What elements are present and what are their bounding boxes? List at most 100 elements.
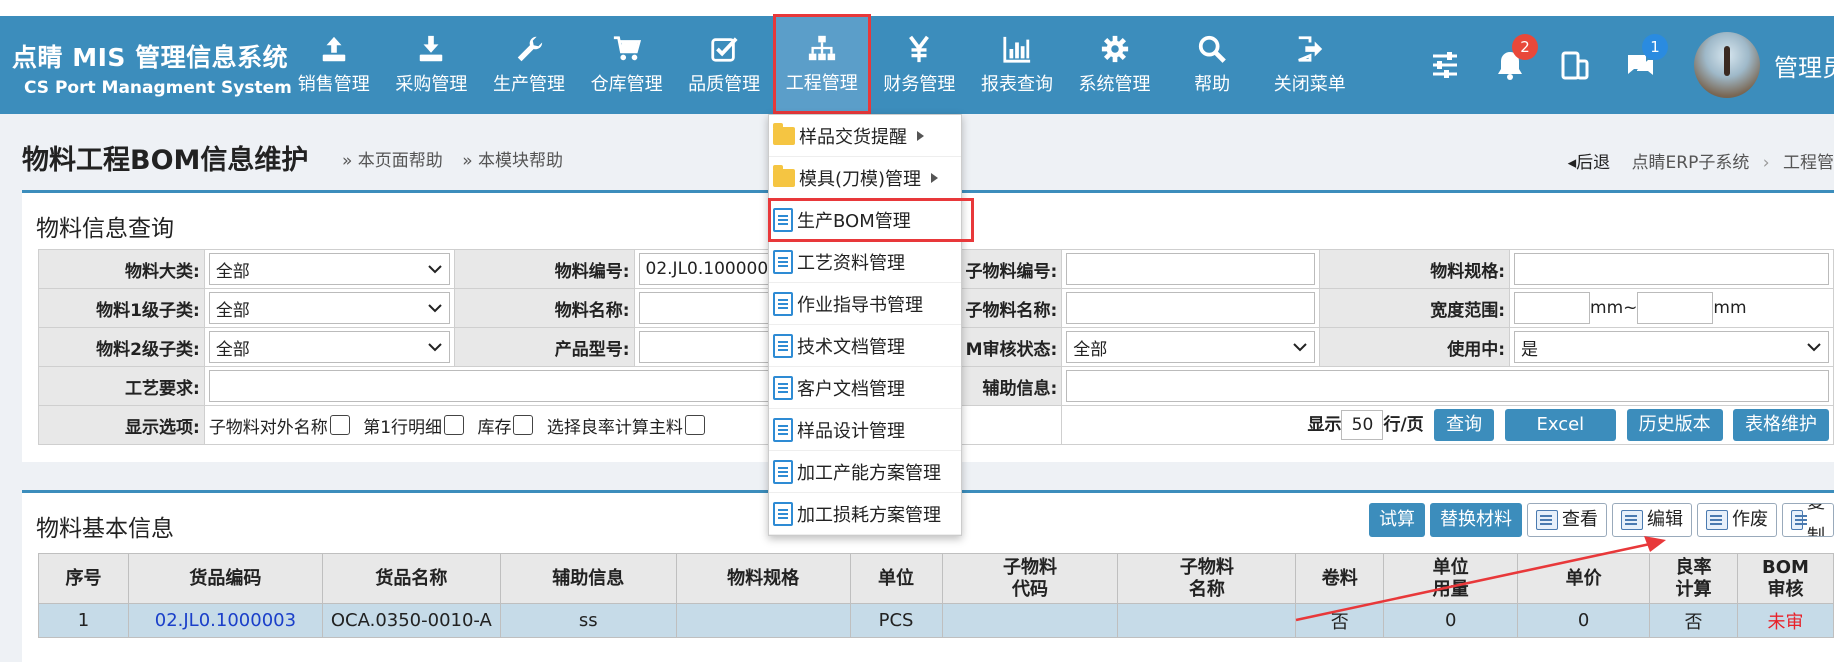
col-price[interactable]: 单价 [1517,553,1651,604]
breadcrumb-item[interactable]: 工程管 [1783,153,1834,173]
menu-item-loss-plan[interactable]: 加工损耗方案管理 [769,493,961,535]
option-checkbox[interactable] [444,415,465,435]
code-value: 02.JL0.1000003 [645,259,779,279]
col-bom-audit[interactable]: BOM 审核 [1736,553,1834,604]
option-checkbox[interactable] [329,415,350,435]
width-max-input[interactable] [1637,292,1714,324]
col-spec[interactable]: 物料规格 [675,553,851,604]
menu-item-label: 生产BOM管理 [797,210,911,232]
option-checkbox[interactable] [513,415,534,435]
settings-sliders[interactable] [1412,16,1477,114]
avatar[interactable] [1694,32,1760,98]
caret-right-icon [917,130,924,141]
nav-close-menu[interactable]: 关闭菜单 [1261,16,1359,114]
col-child-name[interactable]: 子物料 名称 [1117,553,1297,604]
nav-warehouse[interactable]: 仓库管理 [578,16,676,114]
menu-item-sample-design[interactable]: 样品设计管理 [769,409,961,451]
col-usage[interactable]: 单位 用量 [1383,553,1519,604]
sub2-select[interactable]: 全部 [208,331,450,363]
category-label: 物料大类: [38,249,205,289]
back-link[interactable]: ◂后退 [1568,153,1611,173]
nav-quality[interactable]: 品质管理 [675,16,773,114]
yen-icon [909,35,930,63]
menu-item-mold[interactable]: 模具(刀模)管理 [769,157,961,199]
nav-production[interactable]: 生产管理 [480,16,578,114]
table-maintain-button[interactable]: 表格维护 [1733,409,1829,441]
nav-sales[interactable]: 销售管理 [285,16,383,114]
page-help-link[interactable]: » 本页面帮助 [342,151,443,171]
code-label: 物料编号: [453,249,635,289]
history-button[interactable]: 历史版本 [1626,409,1723,441]
user-name[interactable]: 管理员 [1774,48,1834,83]
excel-button[interactable]: Excel [1504,409,1617,441]
col-name[interactable]: 货品名称 [321,553,501,604]
col-code[interactable]: 货品编码 [127,553,323,604]
nav-help[interactable]: 帮助 [1163,16,1261,114]
void-icon [1706,510,1728,530]
per-page-input[interactable]: 50 [1341,410,1384,440]
width-min-input[interactable] [1514,292,1591,324]
edit-button[interactable]: 编辑 [1612,503,1692,537]
menu-item-process-data[interactable]: 工艺资料管理 [769,241,961,283]
category-select[interactable]: 全部 [208,253,450,285]
nav-label: 仓库管理 [590,74,663,95]
wrench-icon [517,36,543,62]
help-links: » 本页面帮助 » 本模块帮助 [342,146,577,171]
nav-engineering[interactable]: 工程管理 [772,14,871,114]
copy-button[interactable]: 复制 [1782,503,1834,537]
col-roll[interactable]: 卷料 [1295,553,1385,604]
col-child-code[interactable]: 子物料 代码 [941,553,1119,604]
nav-system[interactable]: 系统管理 [1066,16,1164,114]
menu-item-label: 加工产能方案管理 [797,462,941,484]
menu-item-capacity-plan[interactable]: 加工产能方案管理 [769,451,961,493]
replace-material-button[interactable]: 替换材料 [1430,503,1522,537]
col-aux[interactable]: 辅助信息 [499,553,677,604]
menu-item-customer-docs[interactable]: 客户文档管理 [769,367,961,409]
menu-item-tech-docs[interactable]: 技术文档管理 [769,325,961,367]
nav-purchase[interactable]: 采购管理 [383,16,481,114]
col-unit[interactable]: 单位 [849,553,943,604]
table-row[interactable]: 1 02.JL0.1000003 OCA.0350-0010-A ss PCS … [38,603,1834,638]
menu-item-label: 工艺资料管理 [797,252,905,274]
cell-seq: 1 [38,603,129,638]
spec-label: 物料规格: [1319,249,1511,289]
cell-yield: 否 [1649,603,1738,638]
col-seq[interactable]: 序号 [38,553,129,604]
logo-subtitle: CS Port Managment System [24,78,292,98]
option-checkbox[interactable] [684,415,705,435]
menu-item-production-bom[interactable]: 生产BOM管理 [768,198,974,242]
menu-item-sample-delivery[interactable]: 样品交货提醒 [769,115,961,157]
breadcrumb-item[interactable]: 点睛ERP子系统 [1632,153,1750,173]
document-icon [773,207,793,232]
app-logo[interactable]: 点睛 MIS 管理信息系统 CS Port Managment System [12,38,292,98]
devices-button[interactable] [1542,16,1607,114]
child-name-input[interactable] [1066,292,1316,324]
audit-select[interactable]: 全部 [1066,331,1316,363]
child-code-input[interactable] [1066,253,1316,285]
sub1-select[interactable]: 全部 [208,292,450,324]
calc-button[interactable]: 试算 [1369,503,1425,537]
query-button[interactable]: 查询 [1434,409,1495,441]
in-use-select[interactable]: 是 [1514,331,1829,363]
menu-item-work-instruction[interactable]: 作业指导书管理 [769,283,961,325]
download-icon [420,35,443,62]
void-button[interactable]: 作废 [1697,503,1777,537]
nav-reports[interactable]: 报表查询 [968,16,1066,114]
document-icon [773,417,793,442]
engineering-dropdown-menu: 样品交货提醒 模具(刀模)管理 生产BOM管理 工艺资料管理 作业指导书管理 技… [768,114,974,536]
messages-button[interactable]: 1 [1607,16,1672,114]
folder-icon [773,164,795,187]
col-yield[interactable]: 良率 计算 [1649,553,1738,604]
cell-code-link[interactable]: 02.JL0.1000003 [127,603,323,638]
display-label: 显示选项: [38,405,205,445]
aux-input[interactable] [1066,370,1829,402]
module-help-link[interactable]: » 本模块帮助 [462,151,563,171]
spec-input[interactable] [1514,253,1829,285]
option-label: 库存 [477,417,512,438]
breadcrumb-separator: › [1762,153,1770,173]
nav-finance[interactable]: 财务管理 [871,16,969,114]
sliders-icon [1432,52,1457,78]
view-button[interactable]: 查看 [1527,503,1607,537]
notifications-button[interactable]: 2 [1477,16,1542,114]
chevron-down-icon [1807,343,1821,352]
